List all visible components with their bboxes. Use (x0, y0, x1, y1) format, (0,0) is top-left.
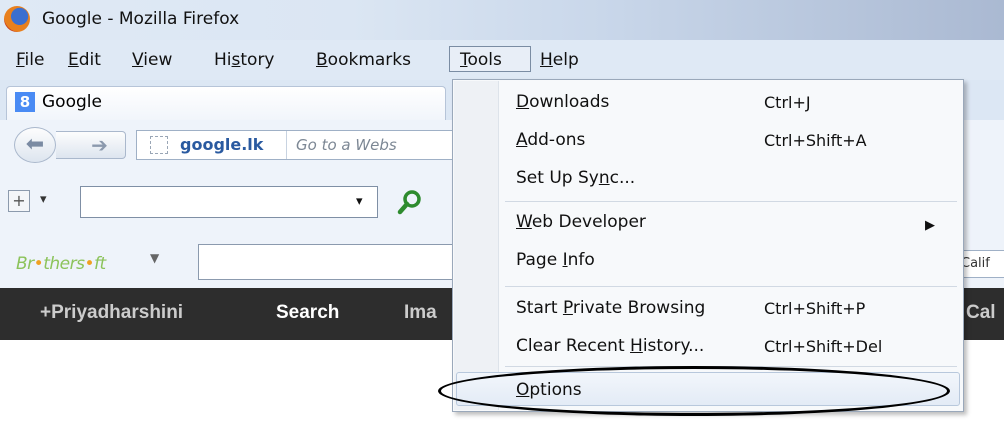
menu-tools[interactable]: Tools (460, 48, 502, 74)
menu-tools-label: ools (467, 50, 502, 70)
brothersoft-logo: Br•thers•ft (16, 254, 106, 274)
logo-part-br: Br (16, 254, 34, 274)
logo-part-thers: thers (43, 254, 85, 274)
private-accel: P (562, 298, 573, 318)
back-button[interactable]: ⬅ (14, 127, 56, 163)
menu-file-label: ile (24, 50, 45, 70)
menu-item-web-developer[interactable]: Web Developer (516, 212, 646, 232)
google-favicon-icon: 8 (15, 92, 35, 112)
clear-history-shortcut: Ctrl+Shift+Del (764, 337, 883, 356)
pageinfo-pre: Page (516, 250, 563, 270)
menu-icon-gutter (454, 81, 499, 410)
menu-item-sync[interactable]: Set Up Sync... (516, 168, 635, 188)
gbar-calendar-link[interactable]: Cal (966, 302, 996, 324)
menu-edit-label: dit (78, 50, 101, 70)
menu-bookmarks-accel: B (316, 50, 328, 70)
forward-button[interactable]: ➔ (56, 131, 126, 159)
submenu-arrow-icon: ▶ (925, 218, 935, 233)
private-shortcut: Ctrl+Shift+P (764, 299, 866, 318)
gbar-images-link[interactable]: Ima (404, 302, 437, 324)
annotation-ellipse (438, 366, 950, 416)
menu-item-private-browsing[interactable]: Start Private Browsing (516, 298, 705, 318)
downloads-accel: D (516, 92, 530, 112)
brothersoft-search-input[interactable] (198, 244, 458, 280)
menu-tools-accel: T (460, 50, 468, 70)
toolbar-search-input[interactable] (80, 186, 378, 218)
menu-view-label: iew (143, 50, 173, 70)
menu-bookmarks[interactable]: Bookmarks (316, 48, 411, 74)
gbar-profile-link[interactable]: +Priyadharshini (40, 302, 183, 324)
downloads-label: ownloads (529, 92, 610, 112)
brothersoft-caret-icon[interactable]: ▼ (150, 251, 159, 265)
menu-file-accel: F (16, 50, 25, 70)
forward-arrow-icon: ➔ (91, 133, 108, 157)
site-identity-icon[interactable] (150, 136, 168, 154)
menu-bookmarks-label: ookmarks (327, 50, 411, 70)
addons-label: dd-ons (527, 130, 586, 150)
addons-accel: A (516, 130, 528, 150)
menu-file[interactable]: File (16, 48, 44, 74)
url-placeholder: Go to a Webs (296, 136, 397, 154)
logo-part-ft: ft (93, 254, 106, 274)
addons-shortcut: Ctrl+Shift+A (764, 131, 867, 150)
menu-help-label: elp (552, 50, 579, 70)
menu-view-accel: V (132, 50, 144, 70)
menu-item-downloads[interactable]: Downloads (516, 92, 609, 112)
webdev-accel: W (516, 212, 532, 232)
url-divider (286, 131, 287, 159)
private-pre: Start (516, 298, 563, 318)
tab-label: Google (42, 92, 102, 112)
menu-history-pre: Hi (214, 50, 232, 70)
menu-help[interactable]: Help (540, 48, 579, 74)
back-arrow-icon: ⬅ (25, 132, 45, 157)
menu-item-clear-history[interactable]: Clear Recent History... (516, 336, 704, 356)
menu-item-page-info[interactable]: Page Info (516, 250, 595, 270)
menu-edit-accel: E (68, 50, 79, 70)
private-label: rivate Browsing (572, 298, 706, 318)
add-engine-button[interactable]: + (8, 190, 30, 212)
menu-history[interactable]: History (214, 48, 275, 74)
logo-dot-1: • (33, 254, 44, 274)
window-title: Google - Mozilla Firefox (42, 9, 240, 29)
sync-pre: Set Up Sy (516, 168, 599, 188)
sync-accel: n (598, 168, 610, 188)
logo-dot-2: • (84, 254, 94, 274)
chevron-down-icon[interactable]: ▾ (356, 194, 363, 209)
menu-help-accel: H (540, 50, 553, 70)
webdev-label: eb Developer (531, 212, 646, 232)
downloads-shortcut: Ctrl+J (764, 93, 811, 112)
menu-history-label: tory (240, 50, 275, 70)
menu-item-addons[interactable]: Add-ons (516, 130, 585, 150)
pageinfo-label: nfo (567, 250, 595, 270)
menu-separator (505, 286, 957, 287)
url-domain: google.lk (180, 135, 264, 154)
menu-separator (505, 201, 957, 202)
gbar-search-link[interactable]: Search (276, 302, 339, 324)
sync-label: c... (609, 168, 636, 188)
firefox-logo-icon (4, 6, 30, 32)
clear-accel: H (630, 336, 643, 356)
clear-label: istory... (642, 336, 705, 356)
tools-menu (452, 79, 964, 412)
menu-view[interactable]: View (132, 48, 172, 74)
engine-dropdown-icon[interactable]: ▾ (40, 192, 47, 207)
clear-pre: Clear Recent (516, 336, 631, 356)
menu-edit[interactable]: Edit (68, 48, 101, 74)
search-icon[interactable] (396, 188, 424, 216)
